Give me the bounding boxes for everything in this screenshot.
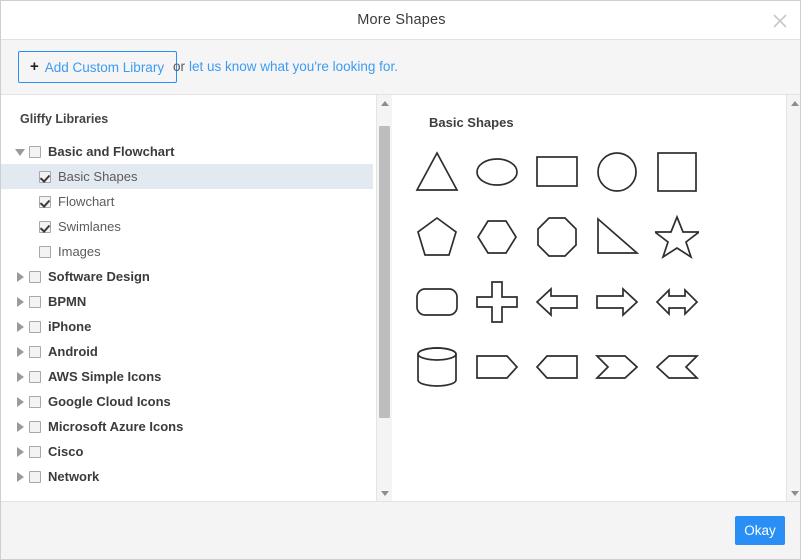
scroll-up-arrow[interactable] [377, 95, 392, 111]
sidebar-scrollbar[interactable] [376, 95, 392, 501]
double-arrow-shape[interactable] [647, 269, 707, 334]
dialog-footer: Okay [1, 501, 801, 560]
tree-row[interactable]: iPhone [1, 314, 373, 339]
chevron-right-icon[interactable] [14, 320, 27, 333]
tree-row-label: Basic and Flowchart [48, 144, 174, 159]
tree-row-label: Network [48, 469, 99, 484]
library-checkbox[interactable] [29, 446, 41, 458]
chevron-right-icon[interactable] [14, 345, 27, 358]
dialog-toolbar: + Add Custom Library or let us know what… [1, 40, 801, 95]
dialog-title: More Shapes [1, 1, 801, 39]
add-custom-library-button[interactable]: + Add Custom Library [18, 51, 177, 83]
more-shapes-dialog: More Shapes + Add Custom Library or let … [0, 0, 801, 560]
libraries-sidebar: Gliffy Libraries Basic and FlowchartBasi… [1, 95, 392, 501]
chevron-right-icon[interactable] [14, 420, 27, 433]
tree-row[interactable]: Cisco [1, 439, 373, 464]
tree-row-label: AWS Simple Icons [48, 369, 161, 384]
library-checkbox[interactable] [39, 171, 51, 183]
tree-row[interactable]: Basic Shapes [1, 164, 373, 189]
library-checkbox[interactable] [39, 196, 51, 208]
chevron-right-shape[interactable] [587, 334, 647, 399]
cylinder-shape[interactable] [407, 334, 467, 399]
tree-row-label: Flowchart [58, 194, 114, 209]
close-icon[interactable] [766, 7, 794, 35]
left-arrow-shape[interactable] [527, 269, 587, 334]
chevron-right-icon[interactable] [14, 445, 27, 458]
tree-row[interactable]: Google Cloud Icons [1, 389, 373, 414]
shapes-group-title: Basic Shapes [429, 115, 514, 130]
toolbar-or-text: or [173, 51, 185, 83]
pennant-left-shape[interactable] [527, 334, 587, 399]
scroll-down-arrow[interactable] [787, 485, 801, 501]
tree-row-label: Google Cloud Icons [48, 394, 171, 409]
library-checkbox[interactable] [29, 271, 41, 283]
okay-button[interactable]: Okay [735, 516, 785, 545]
dialog-titlebar: More Shapes [1, 1, 801, 40]
tree-row[interactable]: Images [1, 239, 373, 264]
right-arrow-shape[interactable] [587, 269, 647, 334]
shape-grid [407, 139, 767, 399]
tree-row[interactable]: Basic and Flowchart [1, 139, 373, 164]
tree-row-label: iPhone [48, 319, 91, 334]
sidebar-scrollbar-thumb[interactable] [379, 126, 390, 418]
chevron-right-icon[interactable] [14, 470, 27, 483]
shapes-preview-pane: Basic Shapes [393, 95, 801, 501]
plus-icon: + [30, 59, 39, 74]
pennant-right-shape[interactable] [467, 334, 527, 399]
chevron-down-icon[interactable] [14, 145, 27, 158]
tree-row-label: Software Design [48, 269, 150, 284]
sidebar-heading: Gliffy Libraries [20, 112, 108, 126]
circle-shape[interactable] [587, 139, 647, 204]
library-checkbox[interactable] [39, 246, 51, 258]
tree-row[interactable]: Microsoft Azure Icons [1, 414, 373, 439]
tree-row[interactable]: Swimlanes [1, 214, 373, 239]
tree-row[interactable]: AWS Simple Icons [1, 364, 373, 389]
rectangle-shape[interactable] [527, 139, 587, 204]
tree-row-label: Microsoft Azure Icons [48, 419, 183, 434]
tree-row[interactable]: Software Design [1, 264, 373, 289]
tree-row-label: Android [48, 344, 98, 359]
library-checkbox[interactable] [29, 346, 41, 358]
library-checkbox[interactable] [29, 371, 41, 383]
square-shape[interactable] [647, 139, 707, 204]
hexagon-shape[interactable] [467, 204, 527, 269]
star-shape[interactable] [647, 204, 707, 269]
library-checkbox[interactable] [29, 296, 41, 308]
shapes-pane-scrollbar[interactable] [786, 95, 801, 501]
tree-row-label: BPMN [48, 294, 86, 309]
octagon-shape[interactable] [527, 204, 587, 269]
tree-row[interactable]: BPMN [1, 289, 373, 314]
rounded-rectangle-shape[interactable] [407, 269, 467, 334]
chevron-right-icon[interactable] [14, 295, 27, 308]
libraries-tree: Basic and Flowchart Basic Shapes Flowchart… [1, 139, 373, 489]
pentagon-shape[interactable] [407, 204, 467, 269]
library-checkbox[interactable] [29, 421, 41, 433]
library-checkbox[interactable] [29, 471, 41, 483]
right-triangle-shape[interactable] [587, 204, 647, 269]
tree-row-label: Images [58, 244, 101, 259]
chevron-left-shape[interactable] [647, 334, 707, 399]
let-us-know-link[interactable]: let us know what you're looking for. [189, 51, 398, 83]
library-checkbox[interactable] [29, 146, 41, 158]
tree-row[interactable]: Android [1, 339, 373, 364]
chevron-right-icon[interactable] [14, 270, 27, 283]
add-custom-library-label: Add Custom Library [45, 60, 164, 75]
tree-row-label: Swimlanes [58, 219, 121, 234]
tree-row-label: Cisco [48, 444, 83, 459]
tree-row-label: Basic Shapes [58, 169, 138, 184]
chevron-right-icon[interactable] [14, 370, 27, 383]
triangle-shape[interactable] [407, 139, 467, 204]
tree-row[interactable]: Network [1, 464, 373, 489]
library-checkbox[interactable] [39, 221, 51, 233]
cross-shape[interactable] [467, 269, 527, 334]
chevron-right-icon[interactable] [14, 395, 27, 408]
tree-row[interactable]: Flowchart [1, 189, 373, 214]
library-checkbox[interactable] [29, 321, 41, 333]
scroll-down-arrow[interactable] [377, 485, 392, 501]
scroll-up-arrow[interactable] [787, 95, 801, 111]
ellipse-shape[interactable] [467, 139, 527, 204]
dialog-body: Gliffy Libraries Basic and FlowchartBasi… [1, 95, 801, 501]
library-checkbox[interactable] [29, 396, 41, 408]
